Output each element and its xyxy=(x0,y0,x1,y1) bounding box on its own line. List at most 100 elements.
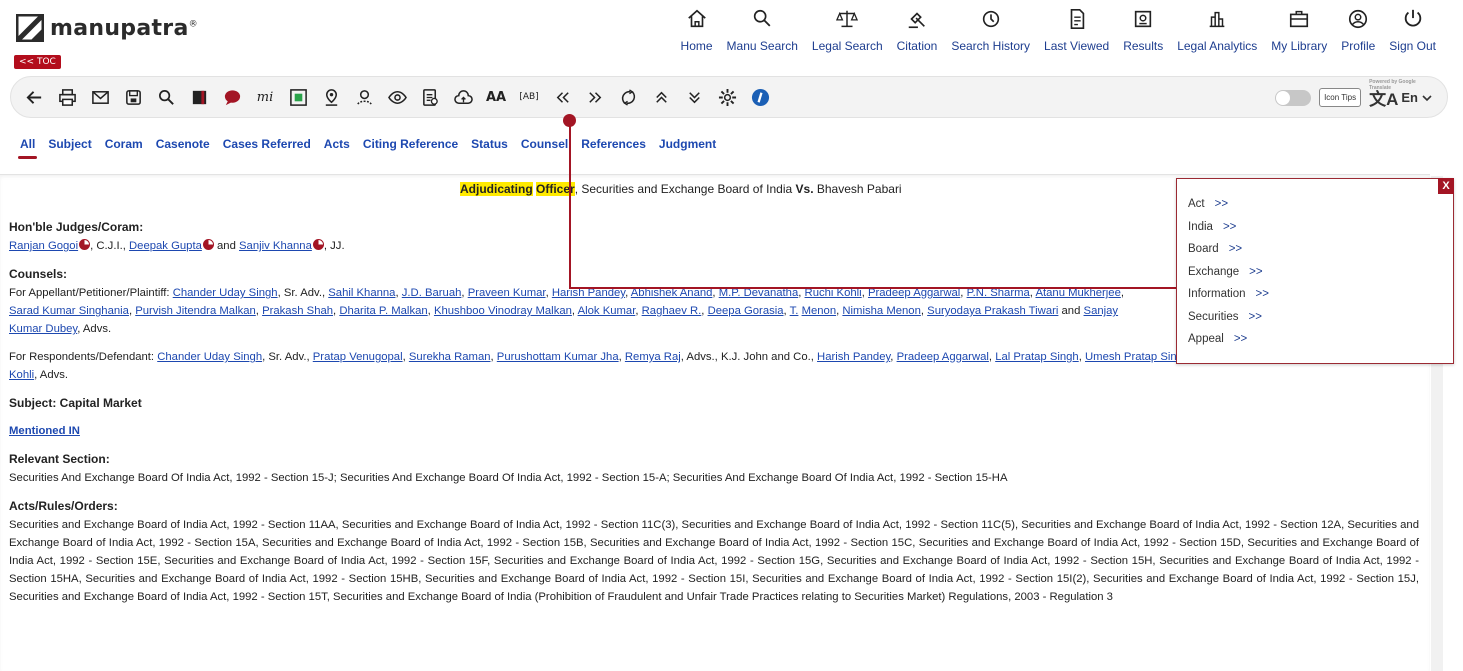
nav-item-legal-search[interactable]: Legal Search xyxy=(805,4,890,53)
tab-coram[interactable]: Coram xyxy=(105,137,143,151)
counsel-link[interactable]: Surekha Raman xyxy=(409,351,491,363)
nav-item-legal-analytics[interactable]: Legal Analytics xyxy=(1170,4,1264,53)
back-arrow-icon[interactable] xyxy=(23,86,45,108)
judge-chart-icon[interactable] xyxy=(79,239,91,250)
keyword-item-appeal[interactable]: Appeal >> xyxy=(1188,333,1269,356)
counsel-link[interactable]: Remya Raj xyxy=(625,351,681,363)
counsel-link[interactable]: Deepa Gorasia xyxy=(708,305,784,317)
nav-item-last-viewed[interactable]: Last Viewed xyxy=(1037,4,1116,53)
counsel-link[interactable]: Nimisha Menon xyxy=(842,305,920,317)
find-icon[interactable] xyxy=(155,86,177,108)
collapse-up-icon[interactable] xyxy=(650,86,672,108)
counsel-link[interactable]: J.D. Baruah xyxy=(402,287,462,299)
language-select[interactable]: 文A En Powered by Google Translate xyxy=(1369,79,1433,110)
nav-label: Citation xyxy=(896,39,938,53)
tab-citing-reference[interactable]: Citing Reference xyxy=(363,137,458,151)
expand-down-icon[interactable] xyxy=(683,86,705,108)
eye-icon[interactable] xyxy=(386,86,408,108)
counsel-link[interactable]: Umesh Pratap Singh xyxy=(1085,351,1189,363)
tips-toggle[interactable] xyxy=(1275,89,1312,106)
email-icon[interactable] xyxy=(89,86,111,108)
mentioned-in-link[interactable]: Mentioned IN xyxy=(9,425,80,437)
ab-reference-icon[interactable]: [AB] xyxy=(518,86,540,108)
analytics-icon xyxy=(1209,11,1225,28)
save-icon[interactable] xyxy=(122,86,144,108)
counsel-link[interactable]: Sarad Kumar Singhania xyxy=(9,305,129,317)
close-popup-button[interactable]: X xyxy=(1438,178,1454,194)
mi-icon[interactable]: mi xyxy=(254,86,276,108)
highlight-box-icon[interactable] xyxy=(287,86,309,108)
nav-item-my-library[interactable]: My Library xyxy=(1264,4,1334,53)
info-circle-icon[interactable] xyxy=(749,86,771,108)
counsel-link[interactable]: Suryodaya Prakash Tiwari xyxy=(927,305,1058,317)
logo-mark-icon xyxy=(16,14,44,42)
profile-icon xyxy=(1349,9,1368,29)
counsel-link[interactable]: Alok Kumar xyxy=(578,305,636,317)
nav-item-sign-out[interactable]: Sign Out xyxy=(1382,4,1443,53)
tab-judgment[interactable]: Judgment xyxy=(659,137,716,151)
tab-references[interactable]: References xyxy=(581,137,646,151)
font-size-icon[interactable]: AA xyxy=(485,86,507,108)
keyword-label: Information xyxy=(1188,288,1246,300)
nav-item-results[interactable]: Results xyxy=(1116,4,1170,53)
nav-label: Search History xyxy=(951,39,1031,53)
location-pin-icon[interactable] xyxy=(320,86,342,108)
keyword-item-exchange[interactable]: Exchange >> xyxy=(1188,266,1269,289)
counsel-link[interactable]: Dharita P. Malkan xyxy=(339,305,427,317)
next-icon[interactable] xyxy=(584,86,606,108)
counsel-link[interactable]: Harish Pandey xyxy=(817,351,890,363)
counsel-link[interactable]: Khushboo Vinodray Malkan xyxy=(434,305,572,317)
nav-item-manu-search[interactable]: Manu Search xyxy=(720,4,805,53)
toc-button[interactable]: << TOC xyxy=(14,55,61,69)
keyword-item-india[interactable]: India >> xyxy=(1188,221,1269,244)
counsel-link[interactable]: Pratap Venugopal xyxy=(313,351,403,363)
tab-subject[interactable]: Subject xyxy=(48,137,91,151)
counsel-link[interactable]: Menon xyxy=(802,305,837,317)
nav-item-profile[interactable]: Profile xyxy=(1334,4,1382,53)
counsel-link[interactable]: Raghaev R. xyxy=(642,305,702,317)
tab-status[interactable]: Status xyxy=(471,137,508,151)
comment-icon[interactable] xyxy=(221,86,243,108)
notes-icon[interactable] xyxy=(419,86,441,108)
user-pin-icon[interactable] xyxy=(353,86,375,108)
tab-cases-referred[interactable]: Cases Referred xyxy=(223,137,311,151)
counsel-link[interactable]: Praveen Kumar xyxy=(468,287,546,299)
tab-counsel[interactable]: Counsel xyxy=(521,137,568,151)
tab-casenote[interactable]: Casenote xyxy=(156,137,210,151)
icon-tips-button[interactable]: Icon Tips xyxy=(1319,88,1362,107)
counsel-link[interactable]: Pradeep Aggarwal xyxy=(897,351,989,363)
bookmark-book-icon[interactable] xyxy=(188,86,210,108)
judge-link[interactable]: Deepak Gupta xyxy=(129,240,202,252)
judge-link[interactable]: Sanjiv Khanna xyxy=(239,240,312,252)
double-chevron-icon: >> xyxy=(1214,198,1229,210)
nav-item-home[interactable]: Home xyxy=(674,4,720,53)
judge-chart-icon[interactable] xyxy=(202,239,214,250)
judge-chart-icon[interactable] xyxy=(312,239,324,250)
cloud-upload-icon[interactable] xyxy=(452,86,474,108)
counsel-link[interactable]: Chander Uday Singh xyxy=(173,287,278,299)
print-icon[interactable] xyxy=(56,86,78,108)
nav-item-search-history[interactable]: Search History xyxy=(944,4,1037,53)
counsel-link[interactable]: Chander Uday Singh xyxy=(157,351,262,363)
nav-item-citation[interactable]: Citation xyxy=(890,4,945,53)
counsel-link[interactable]: Purushottam Kumar Jha xyxy=(497,351,619,363)
tab-all[interactable]: All xyxy=(17,137,38,159)
counsel-link[interactable]: Lal Pratap Singh xyxy=(995,351,1079,363)
connector-line xyxy=(569,287,1177,289)
keyword-item-board[interactable]: Board >> xyxy=(1188,243,1269,266)
counsel-link[interactable]: Prakash Shah xyxy=(262,305,333,317)
judge-link[interactable]: Ranjan Gogoi xyxy=(9,240,78,252)
keyword-item-securities[interactable]: Securities >> xyxy=(1188,311,1269,334)
brand-logo[interactable]: manupatra® xyxy=(16,14,198,42)
sync-icon[interactable] xyxy=(617,86,639,108)
counsel-separator: , Advs. xyxy=(34,369,69,381)
keyword-item-act[interactable]: Act >> xyxy=(1188,198,1269,221)
previous-icon[interactable] xyxy=(551,86,573,108)
top-navigation: Home Manu Search Legal Search Citation Searc… xyxy=(674,4,1443,53)
keyword-item-information[interactable]: Information >> xyxy=(1188,288,1269,311)
counsel-link[interactable]: Sahil Khanna xyxy=(328,287,395,299)
settings-icon[interactable] xyxy=(716,86,738,108)
tab-acts[interactable]: Acts xyxy=(324,137,350,151)
counsel-link[interactable]: Purvish Jitendra Malkan xyxy=(135,305,256,317)
chevron-down-icon xyxy=(1422,94,1432,101)
